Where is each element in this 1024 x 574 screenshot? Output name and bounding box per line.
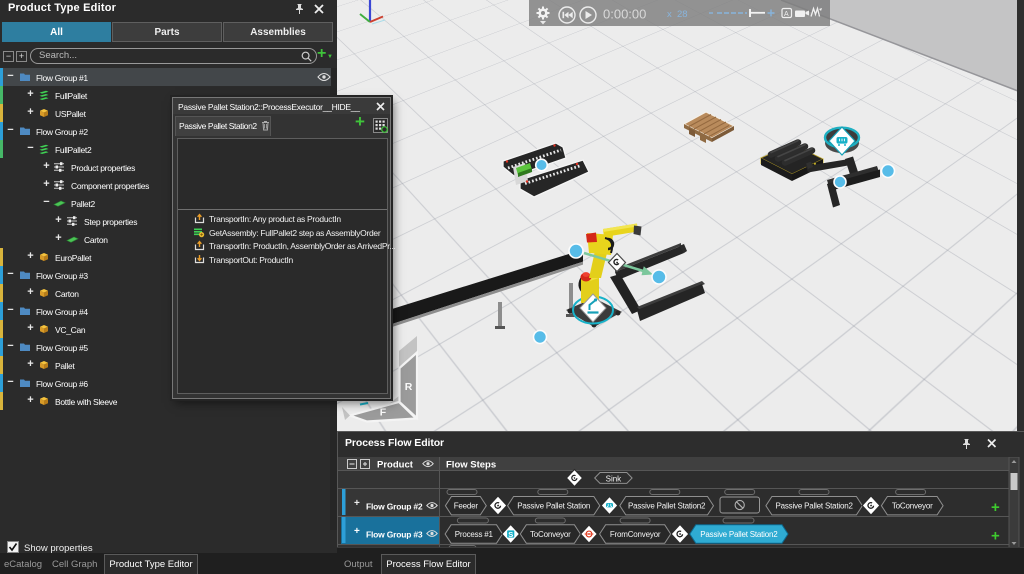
svg-text:Flow Group #3: Flow Group #3 (366, 530, 423, 540)
svg-text:28: 28 (677, 9, 688, 20)
svg-text:Product: Product (377, 460, 414, 471)
svg-text:0:00:00: 0:00:00 (603, 7, 646, 22)
svg-text:S: S (508, 530, 513, 539)
svg-text:A: A (784, 11, 789, 18)
svg-text:Passive Pallet Station2: Passive Pallet Station2 (775, 502, 853, 511)
svg-text:Flow Steps: Flow Steps (446, 460, 496, 471)
svg-text:R: R (405, 381, 413, 393)
svg-text:Passive Pallet Station2: Passive Pallet Station2 (700, 530, 778, 539)
svg-text:ToConveyor: ToConveyor (892, 502, 933, 511)
svg-text:+: + (354, 498, 360, 509)
svg-text:F: F (380, 407, 387, 419)
svg-text:+: + (354, 526, 360, 537)
svg-text:Feeder: Feeder (454, 502, 479, 511)
svg-text:FromConveyor: FromConveyor (610, 530, 661, 539)
svg-text:Sink: Sink (606, 474, 623, 483)
svg-text:Flow Group #2: Flow Group #2 (366, 502, 423, 512)
svg-text:+: + (991, 528, 1000, 545)
svg-text:Process #1: Process #1 (455, 530, 494, 539)
svg-text:+: + (991, 499, 1000, 516)
svg-text:Passive Pallet Station: Passive Pallet Station (517, 502, 590, 511)
svg-text:Passive Pallet Station2: Passive Pallet Station2 (628, 502, 706, 511)
svg-text:ToConveyor: ToConveyor (530, 530, 571, 539)
svg-text:x: x (667, 9, 672, 20)
